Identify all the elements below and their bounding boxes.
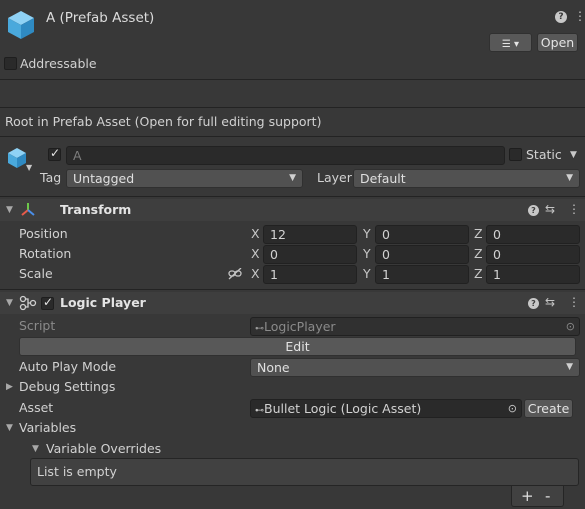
expand-triangle-icon[interactable]: ▼ — [32, 444, 39, 454]
gameobject-cube-icon[interactable] — [6, 147, 28, 169]
script-label: Script — [19, 318, 56, 333]
position-x-field[interactable]: 12 — [263, 225, 357, 244]
axis-y-label[interactable]: Y — [363, 246, 371, 262]
edit-button[interactable]: Edit — [19, 337, 576, 356]
target-icon: ⊙ — [565, 320, 575, 333]
list-footer: + - — [511, 486, 564, 507]
open-button[interactable]: Open — [537, 33, 578, 52]
help-icon[interactable]: ? — [555, 11, 567, 23]
gameobject-name-field[interactable]: A — [66, 146, 505, 165]
debug-settings-foldout[interactable]: Debug Settings — [19, 379, 115, 395]
tag-dropdown[interactable]: Untagged ▼ — [66, 169, 303, 188]
prefab-info-text: Root in Prefab Asset (Open for full edit… — [5, 114, 322, 129]
auto-play-dropdown[interactable]: None ▼ — [250, 358, 580, 377]
scale-y-field[interactable]: 1 — [375, 265, 469, 284]
expand-triangle-icon[interactable]: ▼ — [6, 205, 13, 215]
rotation-y-field[interactable]: 0 — [375, 245, 469, 264]
chevron-down-icon: ▼ — [289, 173, 296, 183]
axis-y-label[interactable]: Y — [363, 226, 371, 242]
icon-dropdown-caret[interactable]: ▼ — [26, 163, 32, 172]
axis-z-label[interactable]: Z — [474, 226, 483, 242]
chevron-down-icon: ▼ — [566, 173, 573, 183]
script-icon: ⊷ — [255, 406, 264, 416]
layer-dropdown[interactable]: Default ▼ — [353, 169, 580, 188]
transform-axes-icon — [21, 203, 35, 216]
add-element-button[interactable]: + — [521, 486, 534, 506]
logic-player-icon — [19, 295, 37, 311]
script-field: ⊷LogicPlayer ⊙ — [250, 317, 580, 336]
position-label: Position — [19, 226, 68, 241]
link-icon[interactable] — [228, 268, 242, 280]
list-empty-text: List is empty — [37, 464, 117, 479]
transform-title: Transform — [60, 202, 132, 217]
help-icon[interactable]: ? — [528, 298, 539, 309]
static-dropdown-caret[interactable]: ▼ — [570, 150, 577, 160]
menu-icon[interactable]: ⋮ — [574, 9, 585, 23]
logic-player-enabled-checkbox[interactable] — [41, 295, 54, 310]
create-button[interactable]: Create — [524, 399, 573, 418]
asset-value: Bullet Logic (Logic Asset) — [264, 401, 422, 416]
help-icon[interactable]: ? — [528, 205, 539, 216]
rotation-x-field[interactable]: 0 — [263, 245, 357, 264]
script-icon: ⊷ — [255, 324, 264, 334]
remove-element-button[interactable]: - — [545, 486, 550, 506]
scale-z-field[interactable]: 1 — [486, 265, 580, 284]
static-label: Static — [526, 147, 562, 162]
auto-play-label: Auto Play Mode — [19, 359, 117, 374]
expand-triangle-icon[interactable]: ▼ — [6, 298, 13, 308]
active-checkbox[interactable] — [48, 146, 61, 161]
logic-player-title: Logic Player — [60, 295, 146, 310]
addressable-checkbox[interactable] — [4, 57, 17, 70]
rotation-z-field[interactable]: 0 — [486, 245, 580, 264]
axis-x-label[interactable]: X — [251, 226, 260, 242]
presets-icon[interactable]: ⇆ — [545, 202, 555, 216]
axis-y-label[interactable]: Y — [363, 266, 371, 282]
collapse-triangle-icon[interactable]: ▶ — [6, 382, 13, 392]
variables-foldout[interactable]: Variables — [19, 420, 76, 436]
menu-icon[interactable]: ⋮ — [568, 202, 580, 216]
tag-label: Tag — [40, 170, 62, 185]
chevron-down-icon: ▼ — [566, 362, 573, 372]
presets-icon[interactable]: ⇆ — [545, 295, 555, 309]
asset-label: Asset — [19, 400, 54, 415]
layer-label: Layer — [317, 170, 352, 185]
variable-overrides-foldout[interactable]: Variable Overrides — [46, 441, 161, 457]
script-value: LogicPlayer — [264, 319, 336, 334]
scale-label: Scale — [19, 266, 53, 281]
rotation-label: Rotation — [19, 246, 72, 261]
inspector-title: A (Prefab Asset) — [46, 10, 155, 26]
scale-x-field[interactable]: 1 — [263, 265, 357, 284]
axis-x-label[interactable]: X — [251, 246, 260, 262]
axis-z-label[interactable]: Z — [474, 266, 483, 282]
menu-icon[interactable]: ⋮ — [568, 295, 580, 309]
position-z-field[interactable]: 0 — [486, 225, 580, 244]
asset-field[interactable]: ⊷Bullet Logic (Logic Asset) ⊙ — [250, 399, 522, 418]
auto-play-value: None — [257, 360, 290, 375]
addressable-label: Addressable — [20, 56, 97, 71]
layer-value: Default — [360, 171, 406, 186]
variable-overrides-list: List is empty — [30, 458, 579, 486]
prefab-cube-icon — [8, 11, 34, 39]
axis-x-label[interactable]: X — [251, 266, 260, 282]
expand-triangle-icon[interactable]: ▼ — [6, 423, 13, 433]
axis-z-label[interactable]: Z — [474, 246, 483, 262]
tag-value: Untagged — [73, 171, 135, 186]
target-icon[interactable]: ⊙ — [508, 400, 517, 417]
list-options-dropdown[interactable]: ☰ ▾ — [489, 33, 532, 52]
position-y-field[interactable]: 0 — [375, 225, 469, 244]
static-checkbox[interactable] — [509, 148, 522, 161]
